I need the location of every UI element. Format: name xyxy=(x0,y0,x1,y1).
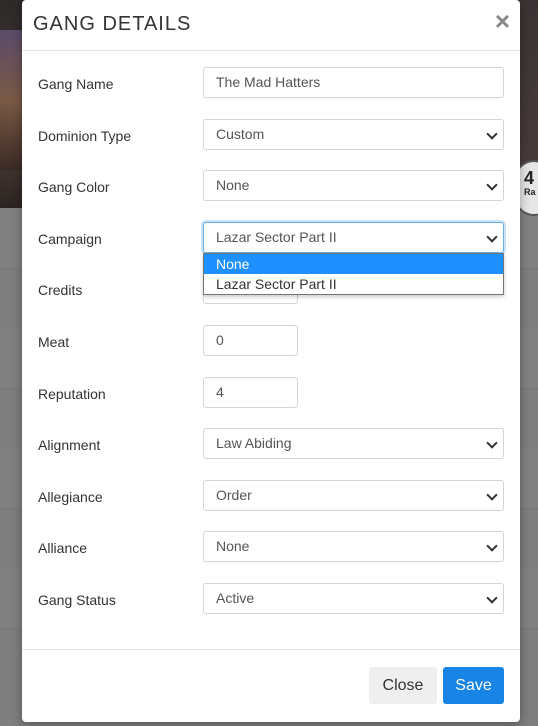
alignment-value: Law Abiding xyxy=(216,435,292,451)
gang-color-label: Gang Color xyxy=(38,179,110,195)
gang-status-row: Gang Status Active xyxy=(22,583,520,615)
chevron-down-icon xyxy=(486,179,498,191)
close-button[interactable]: Close xyxy=(369,667,437,704)
modal-footer: Close Save xyxy=(22,649,520,722)
campaign-option-lazar-sector[interactable]: Lazar Sector Part II xyxy=(204,274,503,294)
chevron-down-icon xyxy=(486,592,498,604)
campaign-dropdown-list: None Lazar Sector Part II xyxy=(203,253,504,295)
alliance-label: Alliance xyxy=(38,540,88,556)
badge-number: 4 xyxy=(524,168,535,188)
dominion-type-label: Dominion Type xyxy=(38,128,132,144)
gang-color-select[interactable]: None xyxy=(203,170,504,201)
chevron-down-icon xyxy=(486,540,498,552)
alliance-select[interactable]: None xyxy=(203,531,504,562)
allegiance-row: Allegiance Order xyxy=(22,480,520,512)
gang-details-modal: GANG DETAILS × Gang Name The Mad Hatters… xyxy=(22,0,520,722)
chevron-down-icon xyxy=(486,128,498,140)
gang-color-row: Gang Color None xyxy=(22,170,520,202)
dominion-type-value: Custom xyxy=(216,126,265,142)
reputation-label: Reputation xyxy=(38,386,106,402)
campaign-label: Campaign xyxy=(38,231,102,247)
meat-label: Meat xyxy=(38,334,70,350)
chevron-down-icon xyxy=(486,437,498,449)
dominion-type-select[interactable]: Custom xyxy=(203,119,504,150)
campaign-value: Lazar Sector Part II xyxy=(216,229,337,245)
credits-label: Credits xyxy=(38,282,83,298)
alignment-select[interactable]: Law Abiding xyxy=(203,428,504,459)
reputation-input[interactable]: 4 xyxy=(203,377,298,408)
reputation-row: Reputation 4 xyxy=(22,377,520,409)
meat-row: Meat 0 xyxy=(22,325,520,357)
alignment-row: Alignment Law Abiding xyxy=(22,428,520,460)
dominion-type-row: Dominion Type Custom xyxy=(22,119,520,151)
alliance-value: None xyxy=(216,538,250,554)
modal-header: GANG DETAILS × xyxy=(22,0,520,51)
chevron-down-icon xyxy=(486,231,498,243)
gang-status-value: Active xyxy=(216,590,255,606)
badge-text: Ra xyxy=(524,187,536,197)
gang-status-select[interactable]: Active xyxy=(203,583,504,614)
campaign-option-none[interactable]: None xyxy=(204,254,503,274)
campaign-select[interactable]: Lazar Sector Part II xyxy=(203,222,504,253)
campaign-row: Campaign Lazar Sector Part II xyxy=(22,222,520,254)
allegiance-select[interactable]: Order xyxy=(203,480,504,511)
gang-name-label: Gang Name xyxy=(38,76,114,92)
modal-title: GANG DETAILS xyxy=(33,13,192,35)
alliance-row: Alliance None xyxy=(22,531,520,563)
allegiance-label: Allegiance xyxy=(38,489,103,505)
gang-color-value: None xyxy=(216,177,250,193)
gang-name-input[interactable]: The Mad Hatters xyxy=(203,67,504,98)
alignment-label: Alignment xyxy=(38,437,101,453)
close-icon[interactable]: × xyxy=(495,8,510,34)
save-button[interactable]: Save xyxy=(443,667,504,704)
allegiance-value: Order xyxy=(216,487,252,503)
gang-status-label: Gang Status xyxy=(38,592,116,608)
chevron-down-icon xyxy=(486,489,498,501)
meat-input[interactable]: 0 xyxy=(203,325,298,356)
gang-name-row: Gang Name The Mad Hatters xyxy=(22,67,520,99)
